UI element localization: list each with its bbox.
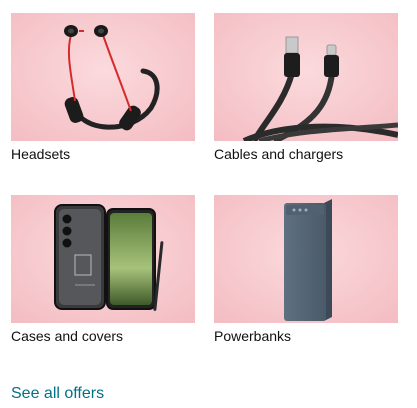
category-tile-headsets[interactable]: Headsets <box>11 13 195 163</box>
powerbanks-image[interactable] <box>214 195 398 323</box>
tile-label-cables-and-chargers[interactable]: Cables and chargers <box>214 145 398 163</box>
category-tile-powerbanks[interactable]: Powerbanks <box>214 195 398 345</box>
tile-label-powerbanks[interactable]: Powerbanks <box>214 327 398 345</box>
tile-label-cases-and-covers[interactable]: Cases and covers <box>11 327 195 345</box>
see-all-offers-link[interactable]: See all offers <box>11 384 104 404</box>
cables-and-chargers-image[interactable] <box>214 13 398 141</box>
category-tile-cables-and-chargers[interactable]: Cables and chargers <box>214 13 398 163</box>
cases-and-covers-image[interactable] <box>11 195 195 323</box>
category-tile-cases-and-covers[interactable]: Cases and covers <box>11 195 195 345</box>
tile-label-headsets[interactable]: Headsets <box>11 145 195 163</box>
headsets-image[interactable] <box>11 13 195 141</box>
